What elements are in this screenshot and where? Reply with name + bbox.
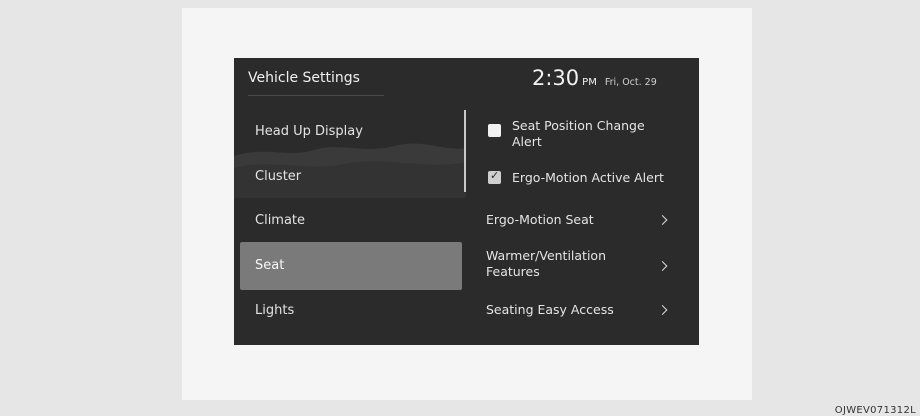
seat-position-change-alert-option[interactable]: Seat Position Change Alert	[488, 118, 688, 152]
menu-item-lights[interactable]: Lights	[240, 289, 462, 333]
infotainment-screen: Vehicle Settings 2:30 PM Fri, Oct. 29 Head…	[234, 58, 699, 345]
scroll-indicator[interactable]	[464, 110, 466, 192]
settings-menu: Head Up Display Cluster Climate Seat Lig…	[234, 58, 466, 345]
menu-item-head-up-display[interactable]: Head Up Display	[240, 110, 462, 154]
menu-item-cluster[interactable]: Cluster	[240, 155, 462, 199]
warmer-ventilation-label-line2: Features	[486, 264, 540, 279]
menu-item-seat[interactable]: Seat	[240, 242, 462, 290]
seating-easy-access-row[interactable]: Seating Easy Access	[486, 298, 686, 322]
seat-position-change-alert-line1: Seat Position Change	[512, 118, 645, 133]
checkmark-icon: ✓	[490, 169, 500, 182]
clock-date: Fri, Oct. 29	[604, 77, 657, 88]
ergo-motion-active-alert-option[interactable]: ✓ Ergo-Motion Active Alert	[488, 169, 693, 187]
ergo-motion-seat-row[interactable]: Ergo-Motion Seat	[486, 208, 686, 232]
ergo-motion-seat-label: Ergo-Motion Seat	[486, 212, 594, 227]
warmer-ventilation-features-row[interactable]: Warmer/Ventilation Features	[486, 248, 686, 284]
figure-code: OJWEV071312L	[834, 405, 916, 416]
chevron-right-icon	[657, 215, 668, 225]
seat-position-change-alert-label: Seat Position Change Alert	[512, 118, 645, 150]
clock: 2:30 PM Fri, Oct. 29	[532, 66, 657, 90]
clock-ampm: PM	[582, 77, 597, 88]
seating-easy-access-label: Seating Easy Access	[486, 302, 614, 317]
menu-item-climate[interactable]: Climate	[240, 199, 462, 243]
chevron-right-icon	[657, 305, 668, 315]
clock-time: 2:30	[532, 66, 580, 90]
ergo-motion-active-alert-label: Ergo-Motion Active Alert	[512, 170, 664, 185]
seat-position-change-alert-checkbox[interactable]	[488, 124, 501, 137]
ergo-motion-active-alert-checkbox[interactable]: ✓	[488, 169, 501, 184]
seat-position-change-alert-line2: Alert	[512, 134, 542, 149]
warmer-ventilation-label-line1: Warmer/Ventilation	[486, 248, 607, 263]
